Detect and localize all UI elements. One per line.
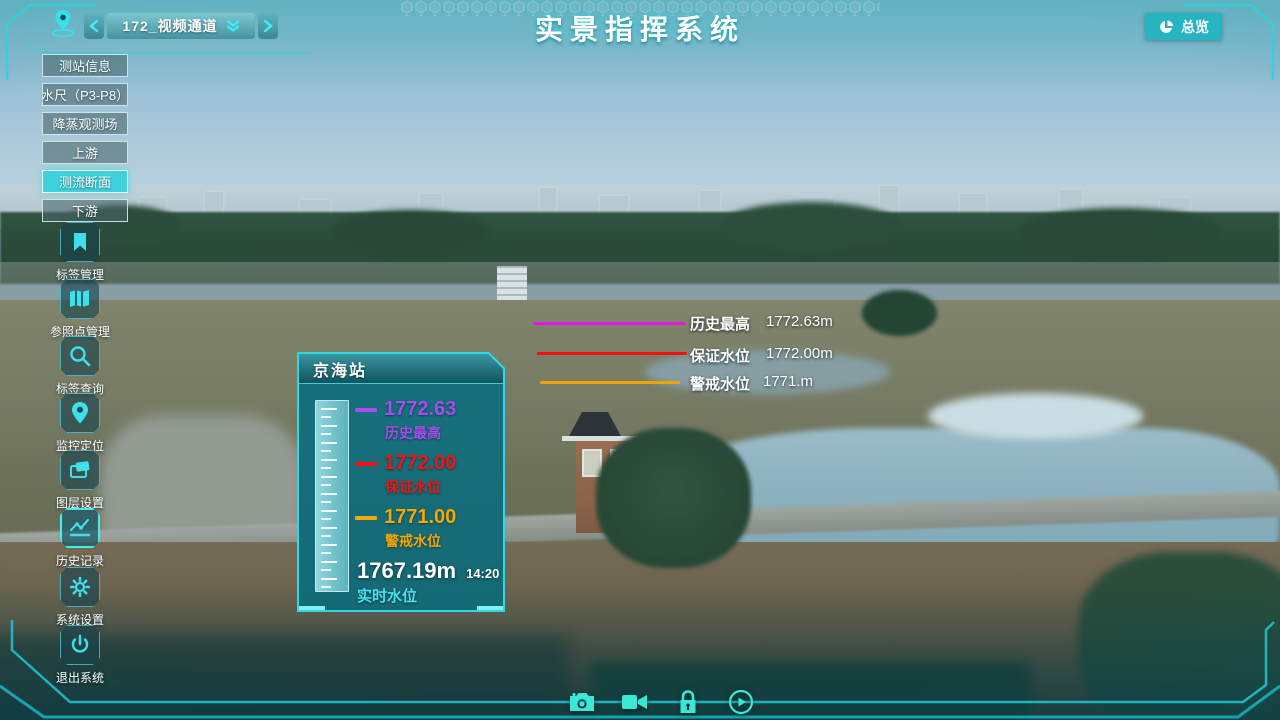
level-dash	[355, 516, 377, 520]
realtime-level-label: 实时水位	[357, 585, 417, 606]
lock-button[interactable]	[674, 688, 702, 716]
historic-max-line	[533, 322, 685, 325]
tool-tag-search[interactable]: 标签查询	[38, 336, 122, 397]
search-icon	[68, 344, 92, 368]
top-bar: 172_视频通道 实景指挥系统 总览	[0, 0, 1280, 46]
tool-monitor-locate[interactable]: 监控定位	[38, 393, 122, 454]
page-title: 实景指挥系统	[0, 8, 1280, 48]
level-dash	[355, 462, 377, 466]
station-panel-header: 京海站	[299, 354, 503, 384]
lock-icon	[676, 689, 700, 715]
guaranteed-line	[537, 352, 687, 355]
warning-line-label: 警戒水位	[690, 373, 750, 394]
bottom-toolbar	[568, 688, 755, 716]
camera-button[interactable]	[568, 688, 596, 716]
realtime-level-time: 14:20	[466, 566, 499, 581]
historic-max-line-label: 历史最高	[690, 313, 750, 334]
overview-button[interactable]: 总览	[1145, 13, 1222, 40]
tool-label: 退出系统	[56, 669, 104, 686]
historic-max-line-value: 1772.63m	[766, 313, 833, 330]
warning-line-value: 1771.m	[763, 373, 813, 390]
level-warning-value: 1771.00	[355, 506, 456, 529]
menu-item-downstream[interactable]: 下游	[42, 199, 128, 222]
video-camera-icon	[621, 691, 649, 713]
layers-icon	[68, 458, 92, 482]
level-guaranteed-value: 1772.00	[355, 452, 456, 475]
camera-icon	[568, 690, 596, 714]
guaranteed-line-label: 保证水位	[690, 345, 750, 366]
play-button[interactable]	[727, 688, 755, 716]
tool-system-settings[interactable]: 系统设置	[38, 567, 122, 628]
level-warning-label: 警戒水位	[385, 531, 441, 551]
play-icon	[728, 689, 754, 715]
tool-reference-points[interactable]: 参照点管理	[38, 279, 122, 340]
bookmark-icon	[69, 231, 91, 253]
station-name: 京海站	[299, 357, 367, 381]
power-icon	[68, 633, 92, 657]
warning-line	[540, 381, 680, 384]
level-historic-max-value: 1772.63	[355, 398, 456, 421]
realtime-level-value: 1767.19m 14:20	[357, 558, 499, 584]
video-feed	[0, 0, 1280, 720]
section-menu: 测站信息 水尺（P3-P8） 降蒸观测场 上游 测流断面 下游	[42, 54, 128, 222]
tool-tag-manage[interactable]: 标签管理	[38, 222, 122, 283]
history-chart-icon	[68, 516, 92, 540]
record-video-button[interactable]	[621, 688, 649, 716]
menu-item-flow-section[interactable]: 测流断面	[42, 170, 128, 193]
tool-layer-settings[interactable]: 图层设置	[38, 450, 122, 511]
guaranteed-line-value: 1772.00m	[766, 345, 833, 362]
station-panel: 京海站 1772.63 历史最高 1772.00 保证水位 1771.00 警戒…	[297, 352, 505, 612]
menu-item-upstream[interactable]: 上游	[42, 141, 128, 164]
overview-label: 总览	[1181, 17, 1209, 37]
level-dash	[355, 408, 377, 412]
gear-icon	[68, 575, 92, 599]
tool-exit-system[interactable]: 退出系统	[38, 625, 122, 686]
menu-item-evaporation[interactable]: 降蒸观测场	[42, 112, 128, 135]
location-icon	[69, 401, 91, 425]
pie-chart-icon	[1158, 19, 1174, 35]
water-level-ruler	[315, 400, 349, 592]
tool-history[interactable]: 历史记录	[38, 508, 122, 569]
level-historic-max-label: 历史最高	[385, 423, 441, 443]
level-guaranteed-label: 保证水位	[385, 477, 441, 497]
menu-item-station-info[interactable]: 测站信息	[42, 54, 128, 77]
map-icon	[68, 287, 92, 311]
menu-item-water-gauge[interactable]: 水尺（P3-P8）	[42, 83, 128, 106]
